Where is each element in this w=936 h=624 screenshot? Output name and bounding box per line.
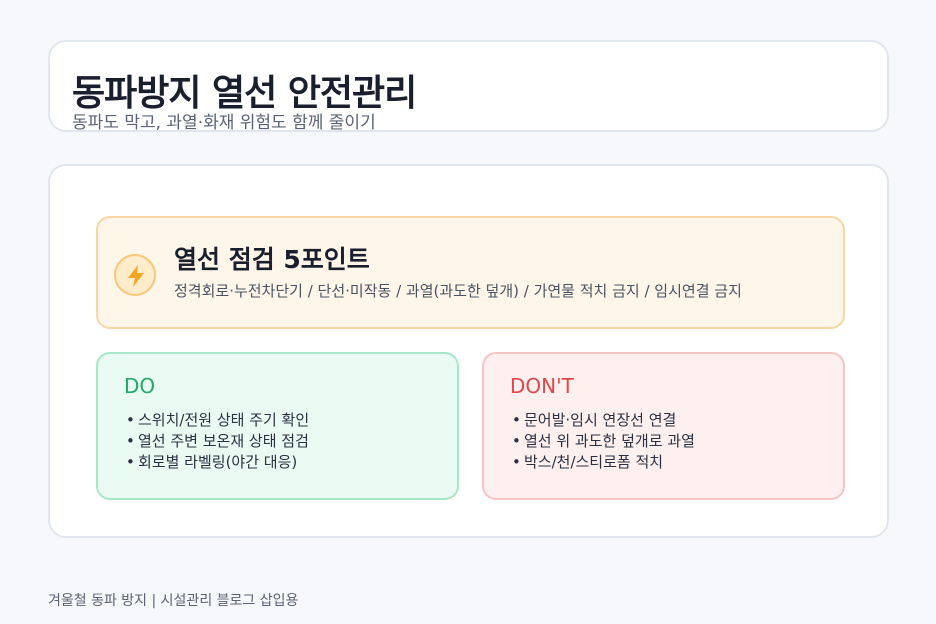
list-item: • 박스/천/스티로폼 적치 [512, 453, 664, 471]
dont-heading: DON'T [510, 374, 574, 398]
inspection-box: 열선 점검 5포인트 정격회로·누전차단기 / 단선·미작동 / 과열(과도한 … [96, 216, 845, 329]
list-item: • 열선 위 과도한 덮개로 과열 [512, 432, 695, 450]
main-card: 열선 점검 5포인트 정격회로·누전차단기 / 단선·미작동 / 과열(과도한 … [48, 164, 889, 538]
dont-box: DON'T • 문어발·임시 연장선 연결 • 열선 위 과도한 덮개로 과열 • 박… [482, 352, 845, 500]
inspection-title: 열선 점검 5포인트 [174, 245, 370, 274]
do-heading: DO [124, 374, 156, 398]
do-box: DO • 스위치/전원 상태 주기 확인 • 열선 주변 보온재 상태 점검 • 회로… [96, 352, 459, 500]
list-item: • 스위치/전원 상태 주기 확인 [126, 411, 310, 429]
list-item: • 회로별 라벨링(야간 대응) [126, 453, 298, 471]
do-list: • 스위치/전원 상태 주기 확인 • 열선 주변 보온재 상태 점검 • 회로별 라… [124, 410, 309, 473]
title-card: 동파방지 열선 안전관리 동파도 막고, 과열·화재 위험도 함께 줄이기 [48, 40, 889, 133]
list-item: • 문어발·임시 연장선 연결 [512, 411, 677, 429]
list-item: • 열선 주변 보온재 상태 점검 [126, 432, 309, 450]
page-subtitle: 동파도 막고, 과열·화재 위험도 함께 줄이기 [72, 113, 376, 133]
dont-list: • 문어발·임시 연장선 연결 • 열선 위 과도한 덮개로 과열 • 박스/천/스티… [510, 410, 695, 473]
inspection-points: 정격회로·누전차단기 / 단선·미작동 / 과열(과도한 덮개) / 가연물 적… [174, 282, 742, 300]
lightning-bolt-icon [114, 254, 156, 296]
footer-caption: 겨울철 동파 방지 | 시설관리 블로그 삽입용 [48, 593, 299, 609]
